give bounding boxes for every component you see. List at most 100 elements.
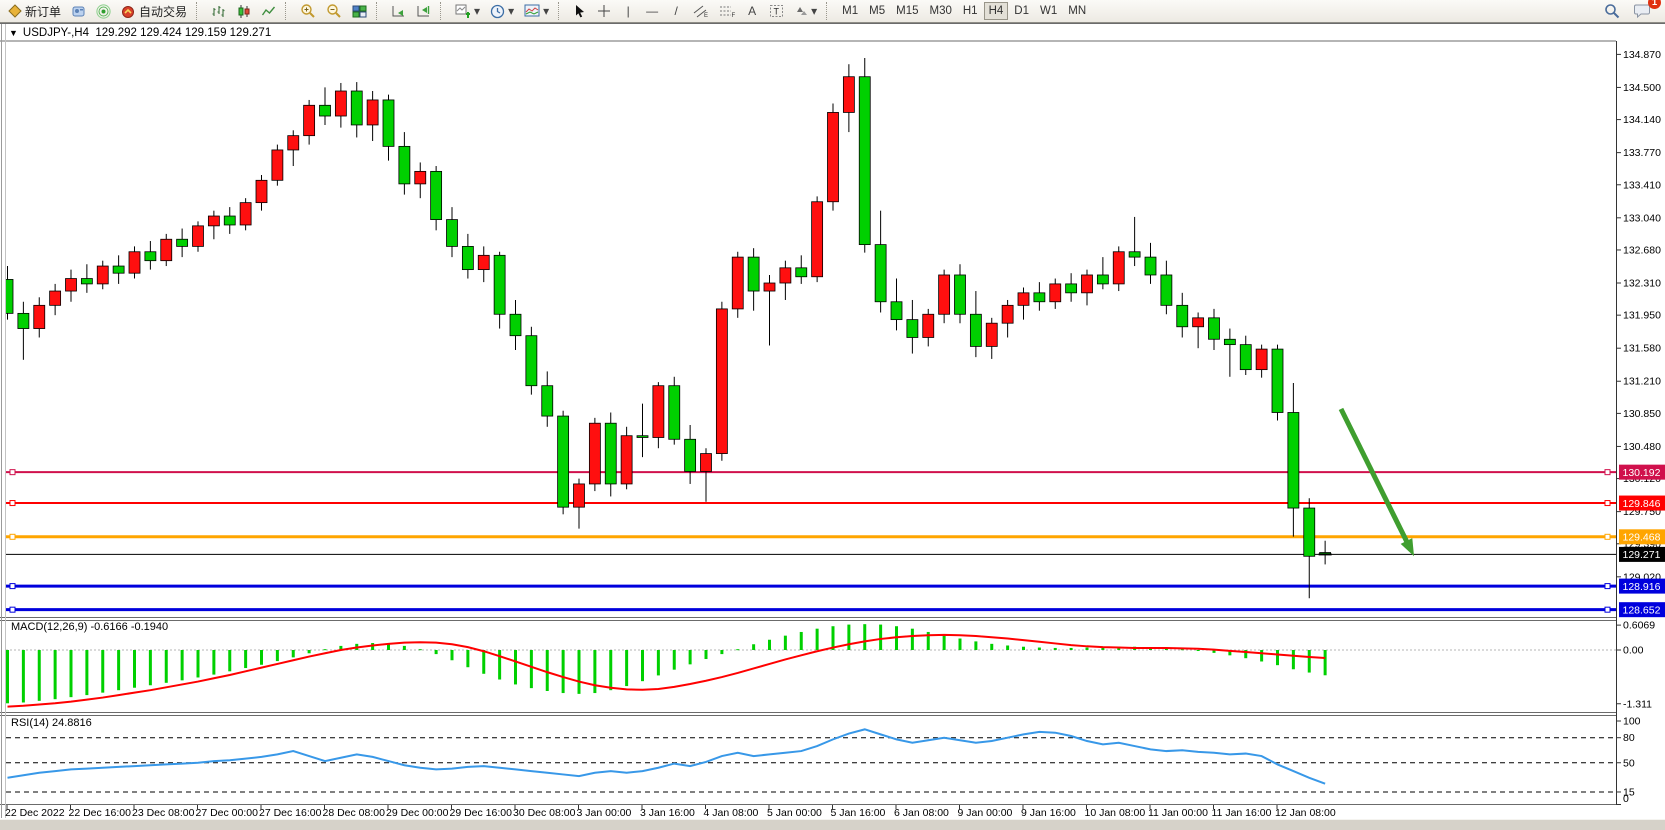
horizontal-line-icon: — — [646, 4, 658, 18]
shapes-icon — [794, 4, 808, 18]
timeframe-M15[interactable]: M15 — [891, 2, 923, 20]
auto-trading-button[interactable]: 自动交易 — [117, 1, 191, 21]
channel-tool-button[interactable]: E — [689, 1, 713, 21]
time-tick-label: 9 Jan 00:00 — [958, 807, 1013, 819]
dropdown-caret-icon: ▾ — [508, 4, 514, 18]
signal-icon — [96, 4, 111, 19]
vertical-line-icon: | — [627, 4, 630, 18]
add-indicator-icon — [455, 3, 471, 19]
dropdown-caret-icon: ▾ — [811, 4, 817, 18]
price-tick-label: 131.210 — [1623, 376, 1661, 388]
bar-chart-icon — [211, 4, 226, 19]
auto-trading-label: 自动交易 — [139, 3, 187, 20]
time-tick-label: 12 Jan 08:00 — [1275, 807, 1336, 819]
template-icon — [524, 3, 540, 19]
timeframe-H1[interactable]: H1 — [958, 2, 983, 20]
trendline-tool-button[interactable]: / — [665, 1, 687, 21]
svg-text:T: T — [774, 7, 780, 17]
periods-button[interactable]: ▾ — [486, 1, 518, 21]
price-tick-label: 133.410 — [1623, 179, 1661, 191]
templates-button[interactable]: ▾ — [520, 1, 553, 21]
timeframe-W1[interactable]: W1 — [1035, 2, 1062, 20]
horizontal-line-tool-button[interactable]: — — [641, 1, 663, 21]
time-tick-label: 22 Dec 2022 — [5, 807, 65, 819]
cursor-tool-button[interactable] — [569, 1, 591, 21]
time-tick-label: 23 Dec 08:00 — [132, 807, 195, 819]
auto-scroll-button[interactable] — [387, 1, 410, 21]
vertical-line-tool-button[interactable]: | — [617, 1, 639, 21]
timeframe-MN[interactable]: MN — [1063, 2, 1091, 20]
toolbar-separator — [826, 2, 832, 20]
new-order-label: 新订单 — [25, 3, 61, 20]
accounts-button[interactable] — [67, 1, 90, 21]
zoom-out-icon — [326, 3, 342, 19]
price-tick-label: 131.580 — [1623, 343, 1661, 355]
cursor-icon — [573, 4, 587, 18]
toolbar: 新订单 自动交易 — [0, 0, 1665, 23]
add-indicator-button[interactable]: ▾ — [451, 1, 484, 21]
time-tick-label: 29 Dec 16:00 — [450, 807, 513, 819]
crosshair-tool-button[interactable] — [593, 1, 615, 21]
chart-symbol: USDJPY-,H4 — [23, 27, 89, 39]
timeframe-switcher: M1M5M15M30H1H4D1W1MN — [837, 2, 1091, 20]
svg-text:128.652: 128.652 — [1623, 604, 1661, 616]
price-tick-label: 130.480 — [1623, 441, 1661, 453]
time-tick-label: 27 Dec 16:00 — [259, 807, 322, 819]
dropdown-caret-icon: ▾ — [474, 4, 480, 18]
tile-windows-button[interactable] — [348, 1, 371, 21]
fibonacci-icon: F — [719, 4, 735, 18]
search-icon — [1604, 3, 1620, 19]
time-tick-label: 4 Jan 08:00 — [704, 807, 759, 819]
price-tick-label: 134.140 — [1623, 114, 1661, 126]
timeframe-M1[interactable]: M1 — [837, 2, 863, 20]
rsi-indicator-label: RSI(14) 24.8816 — [11, 717, 92, 729]
time-tick-label: 5 Jan 16:00 — [831, 807, 886, 819]
fibonacci-tool-button[interactable]: F — [715, 1, 739, 21]
svg-text:129.846: 129.846 — [1623, 498, 1661, 510]
time-tick-label: 5 Jan 00:00 — [767, 807, 822, 819]
text-tool-button[interactable]: A — [741, 1, 763, 21]
search-button[interactable] — [1600, 1, 1624, 21]
timeframe-M30[interactable]: M30 — [925, 2, 957, 20]
macd-axis-label: -1.311 — [1623, 698, 1652, 710]
shapes-tool-button[interactable]: ▾ — [790, 1, 821, 21]
annotation-arrow[interactable] — [1341, 409, 1408, 545]
timeframe-H4[interactable]: H4 — [984, 2, 1009, 20]
time-tick-label: 22 Dec 16:00 — [69, 807, 132, 819]
chart-plot[interactable]: 134.870134.500134.140133.770133.410133.0… — [0, 0, 1665, 830]
line-chart-mode-button[interactable] — [257, 1, 280, 21]
signal-button[interactable] — [92, 1, 115, 21]
new-order-button[interactable]: 新订单 — [4, 1, 65, 21]
notification-count-badge: 1 — [1648, 0, 1661, 9]
chart-shift-button[interactable] — [412, 1, 435, 21]
toolbar-right-group: 1 — [1600, 1, 1661, 21]
price-tick-label: 133.040 — [1623, 212, 1661, 224]
candles — [2, 58, 1331, 598]
svg-text:129.271: 129.271 — [1623, 549, 1661, 561]
time-tick-label: 6 Jan 08:00 — [894, 807, 949, 819]
account-icon — [71, 4, 86, 19]
timeframe-D1[interactable]: D1 — [1009, 2, 1034, 20]
price-tick-label: 132.310 — [1623, 278, 1661, 290]
chevron-down-icon[interactable]: ▼ — [9, 28, 18, 38]
bar-chart-mode-button[interactable] — [207, 1, 230, 21]
zoom-in-button[interactable] — [296, 1, 320, 21]
price-tick-label: 134.500 — [1623, 82, 1661, 94]
timeframe-M5[interactable]: M5 — [864, 2, 890, 20]
label-tool-button[interactable]: T — [765, 1, 788, 21]
text-label-icon: T — [769, 4, 784, 18]
new-order-icon — [8, 4, 22, 18]
auto-trading-icon — [121, 4, 136, 19]
time-tick-label: 28 Dec 08:00 — [323, 807, 386, 819]
toolbar-separator — [196, 2, 202, 20]
chart-title-row: ▼ USDJPY-,H4 129.292 129.424 129.159 129.… — [9, 27, 271, 39]
chart-ohlc-values: 129.292 129.424 129.159 129.271 — [95, 27, 271, 39]
trendline-icon: / — [674, 4, 677, 18]
zoom-out-button[interactable] — [322, 1, 346, 21]
candlestick-mode-button[interactable] — [232, 1, 255, 21]
svg-text:128.916: 128.916 — [1623, 581, 1661, 593]
rsi-axis-label: 0 — [1623, 793, 1629, 805]
toolbar-separator — [558, 2, 564, 20]
macd-indicator-label: MACD(12,26,9) -0.6166 -0.1940 — [11, 621, 168, 633]
time-tick-label: 30 Dec 08:00 — [513, 807, 576, 819]
